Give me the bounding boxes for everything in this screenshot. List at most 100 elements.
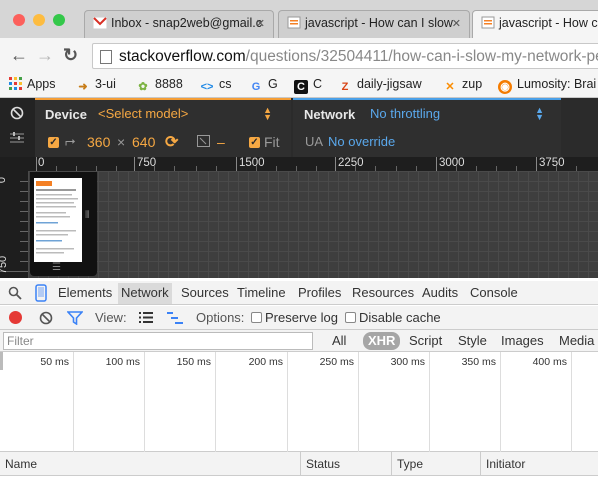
column-header-label: Type (397, 457, 424, 471)
reload-button[interactable]: ↻ (63, 46, 78, 64)
device-mode-icon[interactable] (35, 284, 47, 305)
column-header-type[interactable]: Type (392, 452, 481, 476)
tab-console[interactable]: Console (470, 285, 518, 300)
back-button[interactable]: ← (10, 46, 28, 64)
network-toolbar: View: Options: Preserve log Disable cach… (0, 306, 598, 330)
bookmark-apps[interactable]: Apps (8, 77, 56, 91)
ua-input[interactable]: No override (328, 134, 395, 149)
tab-profiles[interactable]: Profiles (298, 285, 341, 300)
list-view-icon[interactable] (139, 312, 153, 326)
ruler-tick-label: 750 (0, 255, 10, 275)
column-header-status[interactable]: Status (301, 452, 392, 476)
checkbox-icon (251, 312, 262, 323)
resize-handle-icon[interactable]: ☰ (52, 262, 61, 273)
column-header-name[interactable]: Name (0, 452, 301, 476)
settings-sliders-icon[interactable] (10, 132, 24, 147)
bookmark-cs[interactable]: <> cs (200, 77, 232, 94)
resize-handle-icon[interactable]: ⦀ (85, 210, 89, 221)
apps-grid-icon (8, 77, 22, 91)
filter-input[interactable] (3, 332, 313, 350)
google-icon: G (251, 81, 261, 93)
bookmark-c[interactable]: CC (294, 77, 322, 94)
preserve-log-checkbox[interactable]: Preserve log (251, 310, 338, 325)
bookmark-label: Apps (27, 77, 56, 91)
column-header-initiator[interactable]: Initiator (481, 452, 598, 476)
fit-label: Fit (264, 134, 280, 150)
timeline-tick-label: 300 ms (390, 356, 425, 368)
model-select-value: <Select model> (98, 106, 189, 121)
horizontal-ruler: 0 750 1500 2250 3000 3750 (0, 157, 598, 171)
filter-type-all[interactable]: All (332, 333, 346, 348)
browser-tab-stackoverflow-1[interactable]: javascript - How can I slow ✕ (278, 10, 470, 38)
filter-type-images[interactable]: Images (501, 333, 544, 348)
browser-toolbar: ← → ↻ stackoverflow.com/questions/325044… (0, 38, 598, 74)
filter-type-media[interactable]: Media (559, 333, 594, 348)
inspect-search-icon[interactable] (8, 286, 22, 303)
overview-selection-handle[interactable] (0, 352, 3, 370)
tab-timeline[interactable]: Timeline (237, 285, 286, 300)
vertical-ruler: 0 750 (0, 171, 28, 278)
width-input[interactable]: 360 (87, 134, 110, 150)
tab-title: Inbox - snap2web@gmail.c (111, 16, 262, 30)
devtools-tab-bar: Elements Network Sources Timeline Profil… (0, 281, 598, 305)
no-entry-icon[interactable] (10, 106, 24, 123)
bookmark-zup[interactable]: ✕ zup (443, 77, 482, 94)
timeline-tick-label: 400 ms (532, 356, 567, 368)
bookmark-g[interactable]: GG (249, 77, 278, 94)
ruler-tick-label: 0 (0, 177, 8, 183)
clear-icon[interactable] (39, 311, 53, 328)
tab-elements[interactable]: Elements (58, 285, 112, 300)
filter-type-script[interactable]: Script (409, 333, 442, 348)
tab-audits[interactable]: Audits (422, 285, 458, 300)
filter-type-xhr[interactable]: XHR (363, 332, 401, 350)
checkbox-checked-icon[interactable]: ✓ (48, 137, 59, 148)
waterfall-view-icon[interactable] (167, 312, 183, 327)
minimize-window-icon[interactable] (33, 14, 45, 26)
bookmark-daily-jigsaw[interactable]: Zdaily-jigsaw (338, 77, 422, 94)
bookmark-3-ui[interactable]: ➜ 3-ui (76, 77, 115, 94)
emulation-viewport (28, 171, 598, 278)
timeline-gridline (73, 352, 74, 452)
bookmark-icon: ➜ (78, 81, 88, 93)
forward-button[interactable]: → (36, 46, 54, 64)
screen-scale-icon[interactable] (197, 135, 210, 150)
height-input[interactable]: 640 (132, 134, 155, 150)
browser-tab-strip: Inbox - snap2web@gmail.c ✕ javascript - … (0, 0, 598, 38)
timeline-gridline (144, 352, 145, 452)
bookmark-8888[interactable]: ✿ 8888 (136, 77, 182, 94)
fit-checkbox[interactable]: ✓ (249, 137, 260, 148)
disable-cache-checkbox[interactable]: Disable cache (345, 310, 441, 325)
close-window-icon[interactable] (13, 14, 25, 26)
bookmark-label: Lumosity: Brai (517, 77, 597, 91)
tab-sources[interactable]: Sources (181, 285, 229, 300)
timeline-gridline (358, 352, 359, 452)
tab-close-icon[interactable]: ✕ (256, 17, 265, 30)
model-select[interactable]: <Select model> ▲ ▼ (98, 106, 278, 124)
throttle-select[interactable]: No throttling ▲ ▼ (370, 106, 548, 124)
address-bar[interactable]: stackoverflow.com/questions/32504411/how… (92, 43, 598, 69)
timeline-tick-label: 250 ms (319, 356, 354, 368)
tab-resources[interactable]: Resources (352, 285, 414, 300)
browser-tab-gmail[interactable]: Inbox - snap2web@gmail.c ✕ (84, 10, 274, 38)
swap-dimensions-icon[interactable]: ⟳ (165, 132, 178, 152)
tab-close-icon[interactable]: ✕ (452, 17, 461, 30)
network-label: Network (304, 107, 356, 122)
network-timeline-overview[interactable]: 50 ms 100 ms 150 ms 200 ms 250 ms 300 ms… (0, 352, 598, 452)
browser-tab-stackoverflow-2[interactable]: javascript - How ca (472, 10, 598, 38)
bookmark-lumosity[interactable]: ◉ Lumosity: Brai (498, 77, 596, 94)
record-icon[interactable] (9, 311, 22, 324)
requests-table-header: Name Status Type Initiator (0, 452, 598, 476)
tab-title: javascript - How can I slow (305, 16, 453, 30)
bookmark-label: cs (219, 77, 232, 91)
column-header-label: Name (5, 457, 38, 471)
maximize-window-icon[interactable] (53, 14, 65, 26)
timeline-tick-label: 50 ms (40, 356, 69, 368)
tab-network[interactable]: Network (118, 283, 172, 304)
bookmark-label: daily-jigsaw (357, 77, 422, 91)
scale-value: – (217, 134, 225, 150)
cross-icon: ✕ (445, 81, 455, 93)
filter-type-style[interactable]: Style (458, 333, 487, 348)
select-arrows-icon: ▲ ▼ (535, 105, 544, 122)
stackoverflow-icon (287, 16, 301, 29)
filter-funnel-icon[interactable] (66, 311, 84, 328)
